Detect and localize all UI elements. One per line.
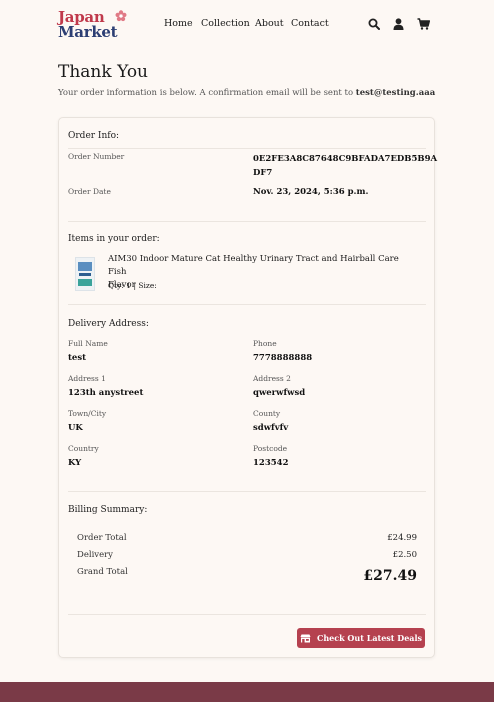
- full-name-label: Full Name: [68, 339, 108, 348]
- check-out-deals-label: Check Out Latest Deals: [316, 633, 423, 643]
- user-icon[interactable]: [393, 18, 404, 30]
- divider: [68, 221, 426, 222]
- items-heading: Items in your order:: [68, 234, 160, 244]
- town-value: UK: [68, 423, 83, 433]
- store-icon: [300, 634, 311, 642]
- nav-contact[interactable]: Contact: [291, 18, 329, 29]
- county-value: sdwfvfv: [253, 423, 289, 433]
- grand-total-label: Grand Total: [77, 567, 128, 577]
- order-number-label: Order Number: [68, 152, 125, 161]
- footer-bar: [0, 682, 494, 702]
- order-number-value: 0E2FE3A8C87648C9BFADA7EDB5B9A DF7: [253, 152, 437, 180]
- cart-icon[interactable]: [417, 18, 430, 30]
- phone-label: Phone: [253, 339, 277, 348]
- divider: [68, 614, 426, 615]
- order-summary-card: Order Info: Order Number 0E2FE3A8C87648C…: [58, 117, 437, 658]
- country-value: KY: [68, 458, 82, 468]
- address1-label: Address 1: [68, 374, 106, 383]
- country-label: Country: [68, 444, 99, 453]
- address2-label: Address 2: [253, 374, 291, 383]
- order-date-value: Nov. 23, 2024, 5:36 p.m.: [253, 187, 369, 197]
- town-label: Town/City: [68, 409, 107, 418]
- brand-logo[interactable]: Japan Market: [58, 9, 130, 41]
- search-icon[interactable]: [368, 18, 380, 30]
- nav-about[interactable]: About: [255, 18, 284, 29]
- divider: [68, 491, 426, 492]
- order-total-value: £24.99: [387, 533, 417, 543]
- address1-value: 123th anystreet: [68, 388, 144, 398]
- page-title: Thank You: [58, 62, 149, 82]
- flower-icon: [115, 10, 127, 22]
- page-subtitle: Your order information is below. A confi…: [58, 88, 435, 98]
- order-number-line1: 0E2FE3A8C87648C9BFADA7EDB5B9A: [253, 154, 438, 164]
- full-name-value: test: [68, 353, 87, 363]
- address2-value: qwerwfwsd: [253, 388, 306, 398]
- grand-total-value: £27.49: [363, 568, 417, 584]
- order-number-line2: DF7: [253, 168, 273, 178]
- order-info-heading: Order Info:: [68, 131, 120, 141]
- top-nav: Japan Market Home Collection About Conta…: [0, 0, 494, 48]
- nav-collection[interactable]: Collection: [201, 18, 250, 29]
- nav-home[interactable]: Home: [164, 18, 193, 29]
- product-thumbnail[interactable]: [75, 257, 95, 291]
- postcode-label: Postcode: [253, 444, 288, 453]
- divider: [68, 304, 426, 305]
- check-out-deals-button[interactable]: Check Out Latest Deals: [297, 628, 425, 648]
- delivery-heading: Delivery Address:: [68, 319, 149, 329]
- delivery-fee-label: Delivery: [77, 550, 113, 560]
- phone-value: 7778888888: [253, 353, 313, 363]
- order-date-label: Order Date: [68, 187, 111, 196]
- billing-heading: Billing Summary:: [68, 505, 148, 515]
- county-label: County: [253, 409, 281, 418]
- product-qty-size: Qty: 1 | Size:: [108, 281, 157, 290]
- confirmation-email: test@testing.aaa: [355, 88, 436, 98]
- product-name-line1: AIM30 Indoor Mature Cat Healthy Urinary …: [108, 254, 399, 277]
- divider: [68, 148, 426, 149]
- order-total-label: Order Total: [77, 533, 127, 543]
- subtitle-text: Your order information is below. A confi…: [58, 88, 354, 98]
- delivery-fee-value: £2.50: [392, 550, 417, 560]
- brand-line2: Market: [58, 23, 118, 41]
- postcode-value: 123542: [253, 458, 289, 468]
